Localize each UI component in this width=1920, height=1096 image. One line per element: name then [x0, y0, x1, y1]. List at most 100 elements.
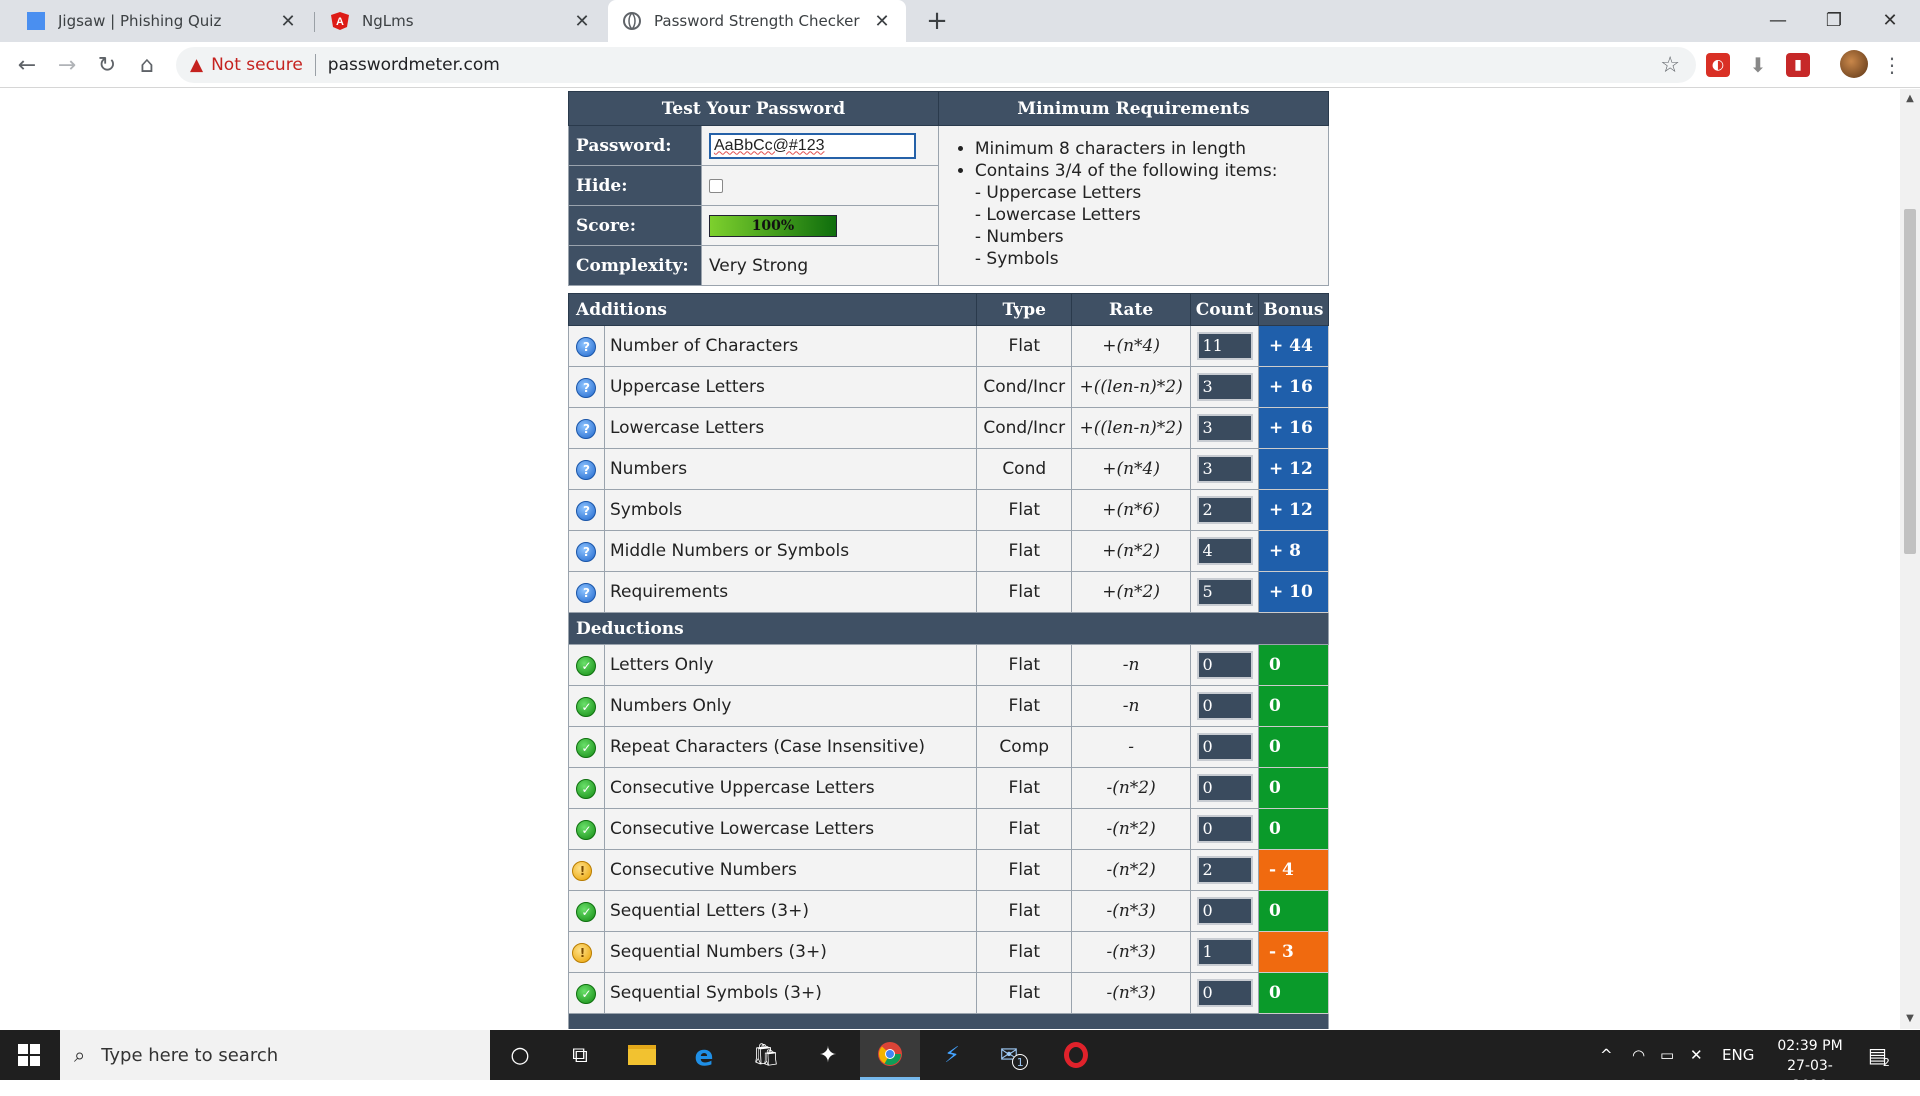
edge-icon[interactable]: e: [674, 1030, 734, 1080]
tray-chevron-icon[interactable]: ^: [1600, 1030, 1613, 1080]
store-icon[interactable]: 🛍: [736, 1030, 796, 1080]
count-field[interactable]: 3: [1196, 373, 1253, 401]
opera-icon[interactable]: [1046, 1030, 1106, 1080]
chrome-icon[interactable]: [860, 1030, 920, 1080]
security-status[interactable]: Not secure: [211, 55, 303, 75]
bonus-value: + 10: [1257, 571, 1330, 613]
criterion-type: Flat: [976, 325, 1073, 367]
criterion-type: Flat: [976, 808, 1073, 850]
task-view-icon[interactable]: ⧉: [550, 1030, 610, 1080]
score-cell: 100%: [700, 205, 939, 246]
count-field[interactable]: 4: [1196, 537, 1253, 565]
windows-start-icon[interactable]: [0, 1030, 58, 1080]
tab-nglms[interactable]: A NgLms ✕: [316, 0, 606, 42]
tab-password-checker[interactable]: Password Strength Checker ✕: [608, 0, 906, 42]
bonus-value: - 3: [1257, 931, 1330, 973]
bonus-value: 0: [1257, 644, 1330, 686]
volume-muted-icon[interactable]: ✕: [1690, 1030, 1703, 1080]
close-tab-icon[interactable]: ✕: [872, 11, 892, 32]
count-field[interactable]: 0: [1196, 979, 1253, 1007]
count-field[interactable]: 0: [1196, 897, 1253, 925]
complexity-label: Complexity:: [568, 245, 702, 286]
scroll-down-icon[interactable]: ▼: [1900, 1009, 1920, 1029]
extension-book-icon[interactable]: ▮: [1786, 53, 1810, 77]
count-field[interactable]: 0: [1196, 651, 1253, 679]
criterion-name: Sequential Letters (3+): [603, 890, 978, 932]
info-icon[interactable]: ?: [576, 336, 597, 357]
criterion-name: Symbols: [603, 489, 978, 531]
scroll-up-icon[interactable]: ▲: [1900, 89, 1920, 109]
back-icon[interactable]: ←: [10, 48, 44, 82]
url-text[interactable]: passwordmeter.com: [328, 55, 500, 75]
address-bar[interactable]: ▲ Not secure passwordmeter.com ☆: [176, 47, 1696, 83]
bonus-value: + 12: [1257, 448, 1330, 490]
battery-icon[interactable]: ▭: [1660, 1030, 1674, 1080]
requirements-heading: Minimum Requirements: [937, 91, 1330, 126]
dropbox-icon[interactable]: ✦: [798, 1030, 858, 1080]
info-icon[interactable]: ?: [576, 582, 597, 603]
count-cell: 0: [1190, 890, 1259, 932]
count-field[interactable]: 0: [1196, 774, 1253, 802]
mail-icon[interactable]: ✉ 1: [984, 1030, 1044, 1080]
count-field[interactable]: 2: [1196, 856, 1253, 884]
count-field[interactable]: 3: [1196, 414, 1253, 442]
hide-cell: [700, 165, 939, 206]
close-tab-icon[interactable]: ✕: [572, 11, 592, 32]
criterion-rate: -: [1071, 726, 1192, 768]
info-icon[interactable]: ?: [576, 459, 597, 480]
bookmark-star-icon[interactable]: ☆: [1660, 53, 1680, 78]
deductions-header: Deductions: [568, 612, 1329, 645]
new-tab-icon[interactable]: +: [922, 6, 952, 36]
info-icon[interactable]: ?: [576, 500, 597, 521]
info-icon[interactable]: ?: [576, 377, 597, 398]
criterion-rate: +(n*2): [1071, 571, 1192, 613]
home-icon[interactable]: ⌂: [130, 48, 164, 82]
system-clock[interactable]: 02:39 PM 27-03-2020: [1770, 1036, 1850, 1096]
vscode-icon[interactable]: ⚡: [922, 1030, 982, 1080]
profile-avatar[interactable]: [1840, 50, 1868, 78]
count-field[interactable]: 5: [1196, 578, 1253, 606]
taskbar-search-box[interactable]: ⌕ Type here to search: [60, 1030, 490, 1080]
info-icon[interactable]: ?: [576, 541, 597, 562]
count-field[interactable]: 3: [1196, 455, 1253, 483]
status-cell: ?: [568, 366, 605, 408]
bonus-value: 0: [1257, 808, 1330, 850]
minimize-icon[interactable]: —: [1748, 0, 1808, 40]
scroll-thumb[interactable]: [1904, 209, 1916, 554]
count-field[interactable]: 1: [1196, 938, 1253, 966]
file-explorer-icon[interactable]: [612, 1030, 672, 1080]
count-field[interactable]: 11: [1196, 332, 1253, 360]
close-window-icon[interactable]: ✕: [1860, 0, 1920, 40]
status-cell: ✓: [568, 890, 605, 932]
count-field[interactable]: 0: [1196, 815, 1253, 843]
warning-icon: ▲: [190, 55, 204, 75]
info-icon[interactable]: ?: [576, 418, 597, 439]
criterion-name: Consecutive Uppercase Letters: [603, 767, 978, 809]
criterion-rate: -(n*3): [1071, 890, 1192, 932]
count-field[interactable]: 0: [1196, 692, 1253, 720]
count-field[interactable]: 2: [1196, 496, 1253, 524]
forward-icon[interactable]: →: [50, 48, 84, 82]
restore-icon[interactable]: ❐: [1804, 0, 1864, 40]
additions-row: ? Middle Numbers or Symbols Flat +(n*2) 4 + 8: [568, 530, 1330, 572]
download-arrow-icon[interactable]: ⬇: [1746, 53, 1770, 77]
cortana-icon[interactable]: ○: [490, 1030, 550, 1080]
count-field[interactable]: 0: [1196, 733, 1253, 761]
additions-header: Additions: [567, 293, 978, 326]
notifications-icon[interactable]: ▤ 2: [1868, 1030, 1890, 1080]
extension-red-icon[interactable]: ◐: [1706, 53, 1730, 77]
bonus-value: 0: [1257, 972, 1330, 1014]
password-input[interactable]: AaBbCc@#123: [708, 132, 916, 159]
language-indicator[interactable]: ENG: [1722, 1030, 1754, 1080]
page-scrollbar[interactable]: ▲ ▼: [1900, 89, 1920, 1029]
requirement-item: Minimum 8 characters in length: [975, 138, 1328, 160]
menu-dots-icon[interactable]: ⋮: [1880, 53, 1904, 77]
count-cell: 2: [1190, 849, 1259, 891]
reload-icon[interactable]: ↻: [90, 48, 124, 82]
bonus-value: + 16: [1257, 407, 1330, 449]
tab-jigsaw[interactable]: Jigsaw | Phishing Quiz ✕: [12, 0, 312, 42]
close-tab-icon[interactable]: ✕: [278, 11, 298, 32]
hide-checkbox[interactable]: [708, 178, 723, 193]
wifi-icon[interactable]: ◠: [1632, 1030, 1645, 1080]
count-cell: 0: [1190, 726, 1259, 768]
